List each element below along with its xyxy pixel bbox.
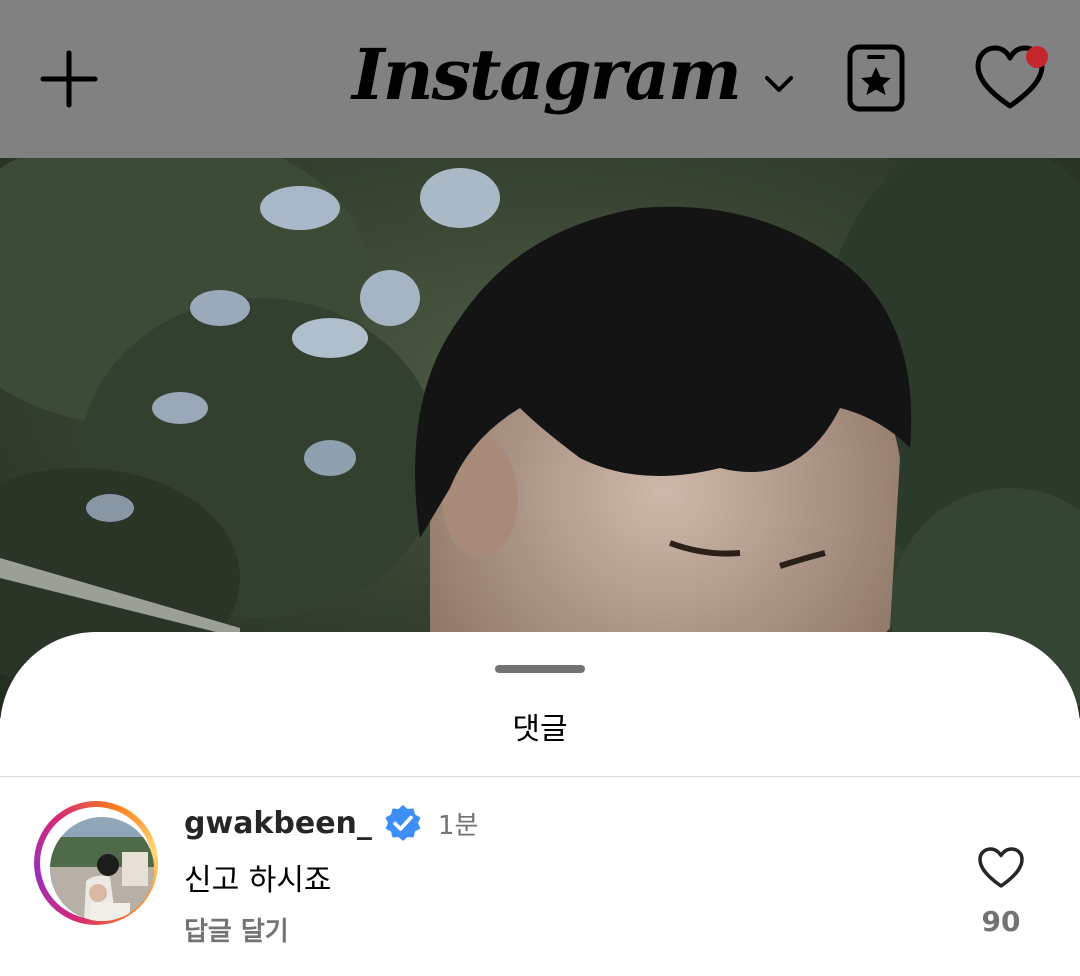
comment-username[interactable]: gwakbeen_ [184,806,372,841]
comment-text: 신고 하시죠 [184,863,332,898]
comment-item: gwakbeen_ 1분 신고 하시죠 답글 달기 90 [0,777,1080,976]
reply-button[interactable]: 답글 달기 [184,911,289,948]
sheet-title: 댓글 [512,712,568,747]
avatar [50,817,154,921]
verified-badge-icon [385,805,421,841]
top-bar: Instagram [0,0,1080,158]
like-count: 90 [981,905,1021,938]
notification-dot [1026,46,1048,68]
avatar-story-ring[interactable] [34,801,158,925]
comments-screen: Instagram 댓글 gwakbeen_ 1분 신고 하시죠 답글 달기 9… [0,0,1080,976]
activity-heart-icon[interactable] [974,44,1050,112]
feed-switcher[interactable]: Instagram [352,20,796,130]
instagram-logo: Instagram [352,33,742,116]
chevron-down-icon [765,76,793,92]
favorites-icon[interactable] [847,44,905,112]
comment-meta: gwakbeen_ 1분 [184,799,478,847]
sheet-grabber[interactable] [495,665,585,673]
like-heart-icon[interactable] [977,846,1025,890]
comment-time: 1분 [437,810,479,841]
add-icon[interactable] [40,50,98,108]
comments-sheet: 댓글 gwakbeen_ 1분 신고 하시죠 답글 달기 90 [0,632,1080,976]
